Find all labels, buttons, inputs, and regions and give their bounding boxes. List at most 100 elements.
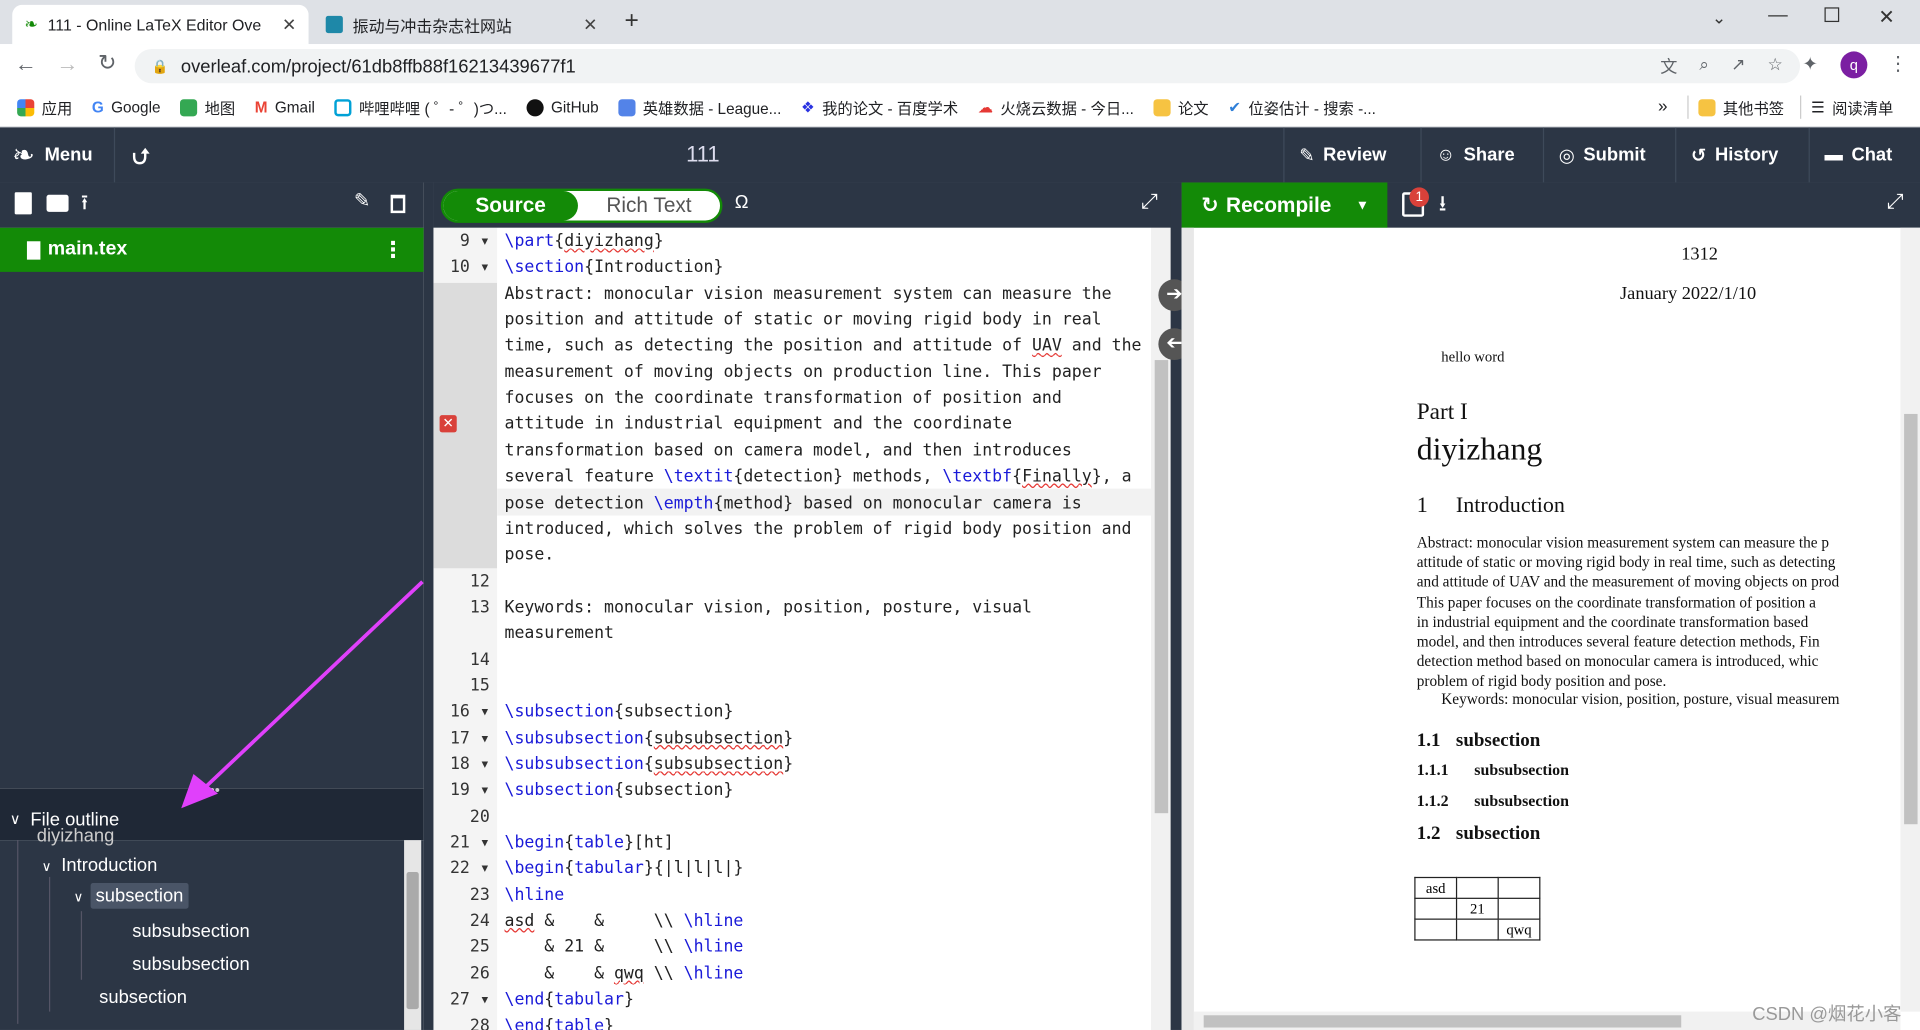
outline-item-subsection[interactable]: ∨ subsection — [73, 883, 189, 909]
code-line[interactable]: & 21 & \\ \hline — [504, 937, 743, 957]
new-tab-button[interactable]: + — [624, 7, 638, 35]
rename-pencil-icon[interactable]: ✎ — [354, 189, 370, 213]
new-file-icon[interactable] — [14, 192, 32, 215]
bookmark-apps[interactable]: 应用 — [0, 96, 82, 119]
review-button[interactable]: ✎ Review — [1283, 127, 1401, 183]
bookmark-league[interactable]: 英雄数据 - League... — [608, 96, 791, 119]
code-line[interactable]: introduced, which solves the problem of … — [504, 519, 1131, 539]
line-number: 24 — [469, 911, 490, 931]
code-line[interactable]: Keywords: monocular vision, position, po… — [504, 598, 1031, 618]
close-tab-icon[interactable]: ✕ — [583, 14, 597, 35]
share-button[interactable]: ☺ Share — [1420, 127, 1529, 183]
bookmarks-overflow-button[interactable]: » — [1658, 96, 1668, 116]
pdf-viewer[interactable]: 1312 January 2022/1/10 hello word Part I… — [1181, 227, 1920, 1030]
bookmark-google[interactable]: G Google — [82, 99, 170, 116]
upload-icon[interactable]: ⭱ — [81, 187, 88, 223]
back-arrow-icon[interactable]: ← — [15, 51, 37, 77]
bookmark-gmail[interactable]: M Gmail — [245, 99, 325, 116]
browser-tab-journal[interactable]: 振动与冲击杂志社网站 ✕ — [313, 5, 609, 44]
code-line[interactable]: \begin{tabular}{|l|l|l|} — [504, 859, 743, 879]
bookmark-maps[interactable]: 地图 — [170, 96, 245, 119]
code-line[interactable]: pose. — [504, 545, 554, 565]
code-line[interactable]: focuses on the coordinate transformation… — [504, 388, 1061, 408]
rich-text-mode-button[interactable]: Rich Text — [578, 191, 720, 220]
profile-avatar[interactable]: q — [1840, 51, 1868, 79]
code-line[interactable]: Abstract: monocular vision measurement s… — [504, 284, 1111, 304]
code-editor[interactable]: \part{diyizhang} \section{Introduction} Ab… — [497, 227, 1152, 1030]
browser-tab-overleaf[interactable]: ❧ 111 - Online LaTeX Editor Ove ✕ — [12, 4, 309, 45]
error-marker-icon[interactable]: ✕ — [439, 415, 457, 433]
code-line[interactable]: \subsection{subsection} — [504, 702, 733, 722]
bookmark-bilibili[interactable]: 哔哩哔哩 ( ゜- ゜)つ... — [325, 96, 517, 119]
bookmark-pose-search[interactable]: ✔ 位姿估计 - 搜索 -... — [1218, 96, 1385, 119]
code-line[interactable]: several feature \textit{detection} metho… — [504, 467, 1131, 487]
code-line[interactable]: time, such as detecting the position and… — [504, 336, 1141, 356]
outline-item-introduction[interactable]: ∨ Introduction — [42, 855, 158, 876]
pdf-section-title: Introduction — [1455, 492, 1565, 517]
code-line[interactable]: measurement — [504, 624, 613, 644]
reload-icon[interactable]: ↻ — [98, 50, 116, 76]
source-mode-button[interactable]: Source — [443, 191, 578, 221]
submit-button[interactable]: ◎ Submit — [1542, 127, 1660, 183]
forward-arrow-icon[interactable]: → — [56, 51, 78, 77]
history-icon: ↺ — [1691, 145, 1707, 166]
bookmark-star-icon[interactable]: ☆ — [1767, 54, 1782, 78]
code-line[interactable]: \subsection{subsection} — [504, 781, 733, 801]
code-line[interactable]: asd & & \\ \hline — [504, 911, 743, 931]
expand-editor-icon[interactable]: ⤢ — [1141, 190, 1158, 214]
reading-list[interactable]: ☰ 阅读清单 — [1800, 95, 1903, 119]
pdf-table-cell — [1497, 897, 1541, 920]
outline-item-subsubsection[interactable]: subsubsection — [132, 954, 249, 975]
outline-scrollbar[interactable] — [404, 840, 422, 1030]
symbol-palette-button[interactable]: Ω — [735, 192, 749, 213]
code-line[interactable]: \end{table} — [504, 1016, 614, 1030]
chat-button[interactable]: ▬ Chat — [1808, 127, 1907, 183]
bookmark-baidu-scholar[interactable]: ❖ 我的论文 - 百度学术 — [791, 96, 968, 119]
history-button[interactable]: ↺ History — [1675, 127, 1793, 183]
pdf-table-cell: asd — [1414, 876, 1458, 899]
extensions-puzzle-icon[interactable]: ✦ — [1802, 53, 1817, 75]
file-menu-kebab-icon[interactable]: ⋮ — [382, 237, 404, 263]
code-line[interactable]: & & qwq \\ \hline — [504, 964, 743, 984]
minimize-window-icon[interactable]: — — [1768, 5, 1788, 27]
zoom-icon[interactable]: ⌕ — [1699, 54, 1709, 78]
new-folder-icon[interactable] — [46, 194, 69, 212]
code-line[interactable]: position and attitude of static or movin… — [504, 310, 1101, 330]
bookmark-folder-papers[interactable]: 论文 — [1144, 96, 1219, 119]
maximize-window-icon[interactable] — [1824, 7, 1840, 23]
more-vert-icon[interactable]: ⋮ — [1888, 51, 1908, 75]
recompile-caret-icon[interactable]: ▼ — [1356, 198, 1369, 213]
expand-pdf-icon[interactable]: ⤢ — [1887, 190, 1904, 214]
other-bookmarks[interactable]: 其他书签 — [1687, 95, 1794, 119]
code-line[interactable]: \begin{table}[ht] — [504, 833, 673, 853]
download-pdf-icon[interactable]: ⭳ — [1439, 189, 1447, 226]
close-tab-icon[interactable]: ✕ — [282, 14, 296, 35]
code-line[interactable]: pose detection \empth{method} based on m… — [504, 493, 1081, 513]
globe-icon: ◎ — [1558, 145, 1575, 166]
code-line[interactable]: \subsubsection{subsubsection} — [504, 754, 793, 774]
tab-search-chevron-icon[interactable]: ⌄ — [1712, 7, 1726, 28]
address-bar[interactable]: 🔒 overleaf.com/project/61db8ffb88f162134… — [134, 48, 1801, 84]
translate-icon[interactable]: 文 — [1660, 54, 1677, 78]
recompile-button[interactable]: ↻ Recompile ▼ — [1181, 182, 1388, 228]
code-line[interactable]: measurement of moving objects on product… — [504, 362, 1101, 382]
google-g-icon: G — [91, 98, 104, 116]
code-line[interactable]: \end{tabular} — [504, 990, 633, 1010]
outline-item-subsection[interactable]: subsection — [99, 987, 187, 1008]
code-line[interactable]: \section{Introduction} — [504, 258, 723, 278]
code-line[interactable]: \hline — [504, 885, 564, 905]
code-line[interactable]: \subsubsection{subsubsection} — [504, 728, 793, 748]
code-line[interactable]: \part{diyizhang} — [504, 231, 663, 251]
outline-item-subsubsection[interactable]: subsubsection — [132, 921, 249, 942]
pdf-vertical-scrollbar[interactable] — [1900, 227, 1920, 1012]
project-title[interactable]: 111 — [0, 142, 1406, 168]
close-window-icon[interactable]: ✕ — [1878, 5, 1894, 29]
code-line[interactable]: attitude in industrial equipment and the… — [504, 414, 1012, 434]
file-tree-item-main-tex[interactable]: main.tex ⋮ — [0, 227, 424, 272]
bookmark-huoshaoyun[interactable]: ☁ 火烧云数据 - 今日... — [968, 96, 1144, 119]
share-page-icon[interactable]: ↗ — [1731, 54, 1745, 78]
delete-trash-icon[interactable] — [390, 194, 406, 214]
bookmark-github[interactable]: GitHub — [517, 98, 609, 116]
code-line[interactable]: transformation based on camera model, an… — [504, 441, 1071, 461]
outline-item-partial[interactable]: diyizhang — [37, 825, 115, 846]
